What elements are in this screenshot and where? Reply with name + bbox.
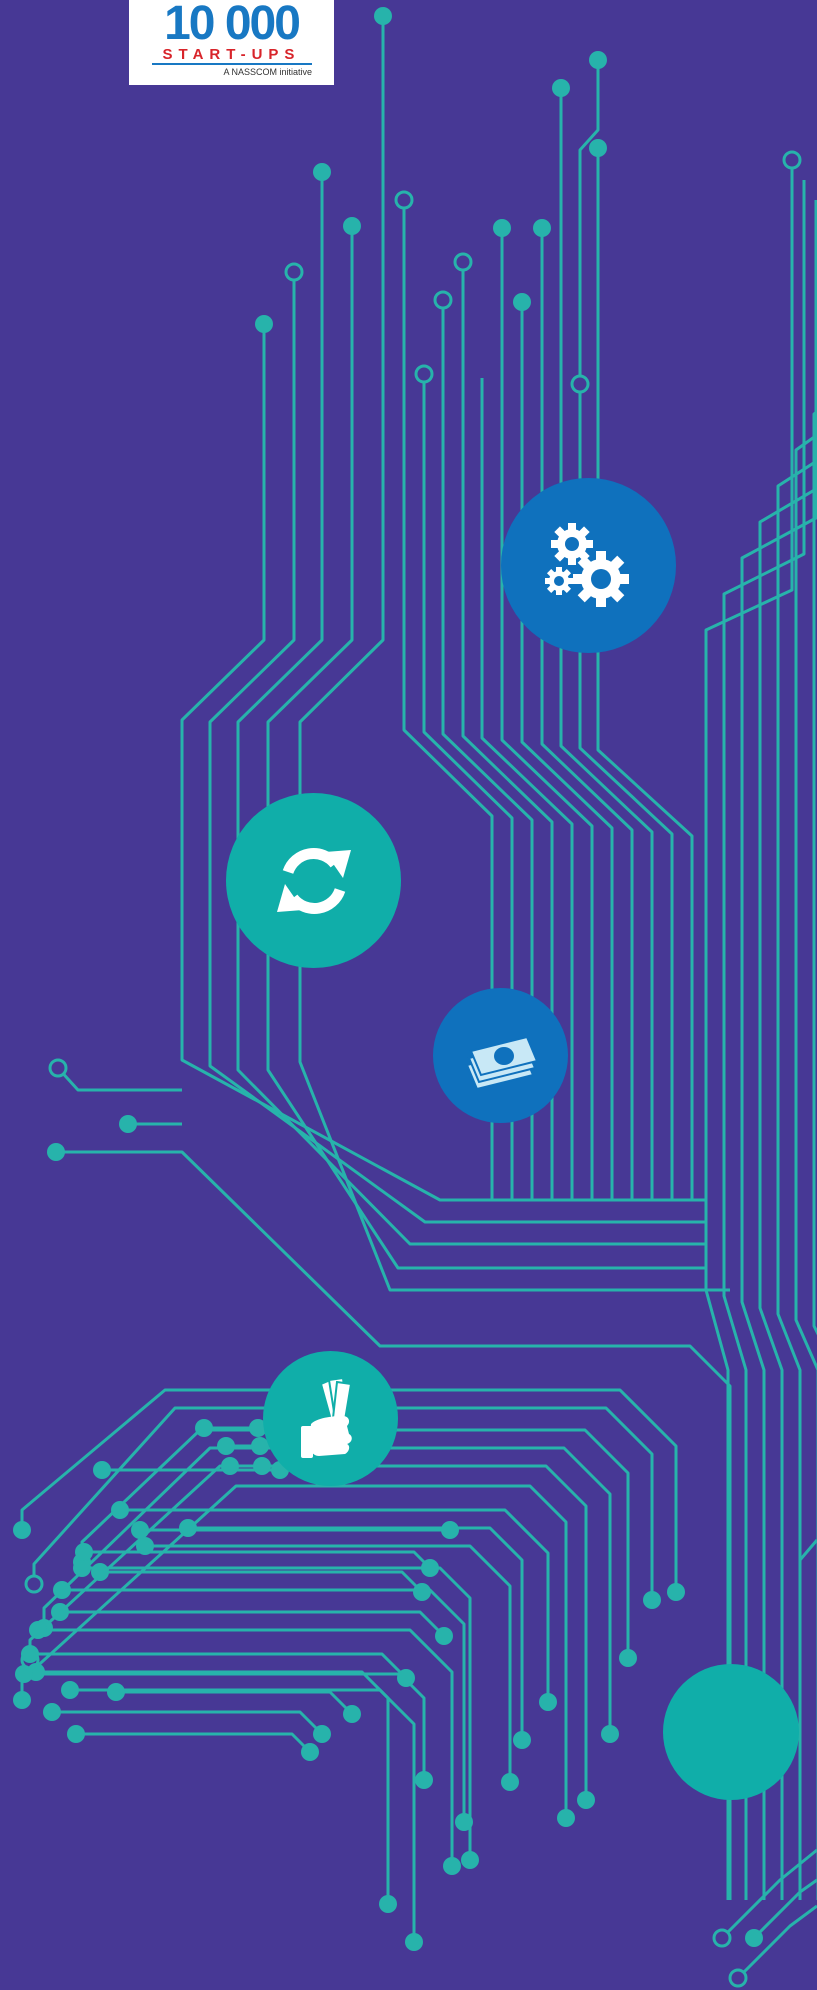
circuit-trace	[52, 1710, 324, 1736]
circuit-dot	[601, 1725, 619, 1743]
circuit-dot	[552, 79, 570, 97]
circuit-dot	[13, 1691, 31, 1709]
circuit-trace	[36, 1670, 390, 1904]
circuit-dot	[589, 139, 607, 157]
circuit-dot	[217, 1437, 235, 1455]
circuit-dot	[107, 1683, 125, 1701]
sync-badge	[226, 793, 401, 968]
hand-money-badge	[263, 1351, 398, 1486]
circuit-dot	[15, 1665, 33, 1683]
circuit-dot	[557, 1809, 575, 1827]
circuit-dot	[397, 1669, 415, 1687]
circuit-ring	[712, 1928, 732, 1948]
circuit-dot	[379, 1895, 397, 1913]
circuit-dot	[21, 1645, 39, 1663]
circuit-ring	[570, 374, 590, 394]
circuit-dot	[43, 1703, 61, 1721]
logo-tagline: A NASSCOM initiative	[223, 67, 312, 77]
logo-number: 10 000	[164, 0, 301, 50]
circuit-trace	[84, 1550, 432, 1570]
circuit-dot	[441, 1521, 459, 1539]
circuit-trace	[720, 1848, 817, 1940]
circuit-dot	[119, 1115, 137, 1133]
circuit-dot	[131, 1521, 149, 1539]
gears-icon	[544, 522, 629, 607]
circuit-dot	[67, 1725, 85, 1743]
circuit-ring	[782, 150, 802, 170]
gears-badge	[501, 478, 676, 653]
circuit-dot	[255, 315, 273, 333]
circuit-dot	[301, 1743, 319, 1761]
circuit-ring	[394, 190, 414, 210]
circuit-ring	[414, 364, 434, 384]
circuit-dot	[179, 1519, 197, 1537]
circuit-dot	[313, 1725, 331, 1743]
circuit-trace	[60, 1610, 446, 1638]
circuit-dot	[455, 1813, 473, 1831]
circuit-dot	[61, 1681, 79, 1699]
circuit-dot	[343, 217, 361, 235]
circuit-trace	[62, 1588, 466, 1822]
logo-10000-startups: 10 000 START-UPS A NASSCOM initiative	[129, 0, 334, 85]
circuit-dot	[501, 1773, 519, 1791]
sync-icon	[276, 847, 351, 914]
circuit-dot	[415, 1771, 433, 1789]
circuit-dot	[533, 219, 551, 237]
circuit-dot	[745, 1929, 763, 1947]
circuit-dot	[47, 1143, 65, 1161]
circuit-ring	[728, 1968, 748, 1988]
circuit-trace	[70, 1688, 416, 1942]
circuit-dot	[221, 1457, 239, 1475]
circuit-dot	[539, 1693, 557, 1711]
circuit-dot	[513, 1731, 531, 1749]
circuit-dot	[91, 1563, 109, 1581]
circuit-dot	[513, 293, 531, 311]
circuit-dot	[253, 1457, 271, 1475]
circuit-dot	[13, 1521, 31, 1539]
circuit-dot	[667, 1583, 685, 1601]
plain-teal-badge	[663, 1664, 799, 1800]
logo-subtitle: START-UPS	[151, 47, 312, 65]
circuit-dot	[75, 1543, 93, 1561]
money-icon	[465, 1035, 538, 1090]
circuit-ring	[48, 1058, 68, 1078]
circuit-dot	[577, 1791, 595, 1809]
circuit-dot	[421, 1559, 439, 1577]
circuit-ring	[284, 262, 304, 282]
circuit-dot	[343, 1705, 361, 1723]
circuit-ring	[433, 290, 453, 310]
circuit-dot	[374, 7, 392, 25]
circuit-dot	[405, 1933, 423, 1951]
cash-badge	[433, 988, 568, 1123]
circuit-dot	[461, 1851, 479, 1869]
circuit-dot	[51, 1603, 69, 1621]
circuit-trace	[76, 1732, 312, 1754]
circuit-trace	[38, 1628, 454, 1866]
circuit-dot	[136, 1537, 154, 1555]
circuit-ring	[24, 1574, 44, 1594]
circuit-dot	[313, 163, 331, 181]
circuit-trace	[56, 1066, 182, 1092]
circuit-dot	[93, 1461, 111, 1479]
circuit-trace	[758, 486, 817, 1900]
circuit-dot	[413, 1583, 431, 1601]
circuit-dot	[73, 1559, 91, 1577]
circuit-dot	[619, 1649, 637, 1667]
circuit-dot	[443, 1857, 461, 1875]
circuit-dot	[53, 1581, 71, 1599]
circuit-ring	[453, 252, 473, 272]
circuit-dot	[195, 1419, 213, 1437]
hand-money-icon	[300, 1376, 352, 1458]
circuit-trace	[20, 1484, 568, 1818]
circuit-dot	[589, 51, 607, 69]
circuit-dot	[29, 1621, 47, 1639]
circuit-dot	[111, 1501, 129, 1519]
circuit-dot	[643, 1591, 661, 1609]
circuit-dot	[493, 219, 511, 237]
circuit-trace	[798, 1539, 817, 1561]
artwork-canvas: 10 000 START-UPS A NASSCOM initiative	[0, 0, 817, 1990]
circuit-dot	[435, 1627, 453, 1645]
